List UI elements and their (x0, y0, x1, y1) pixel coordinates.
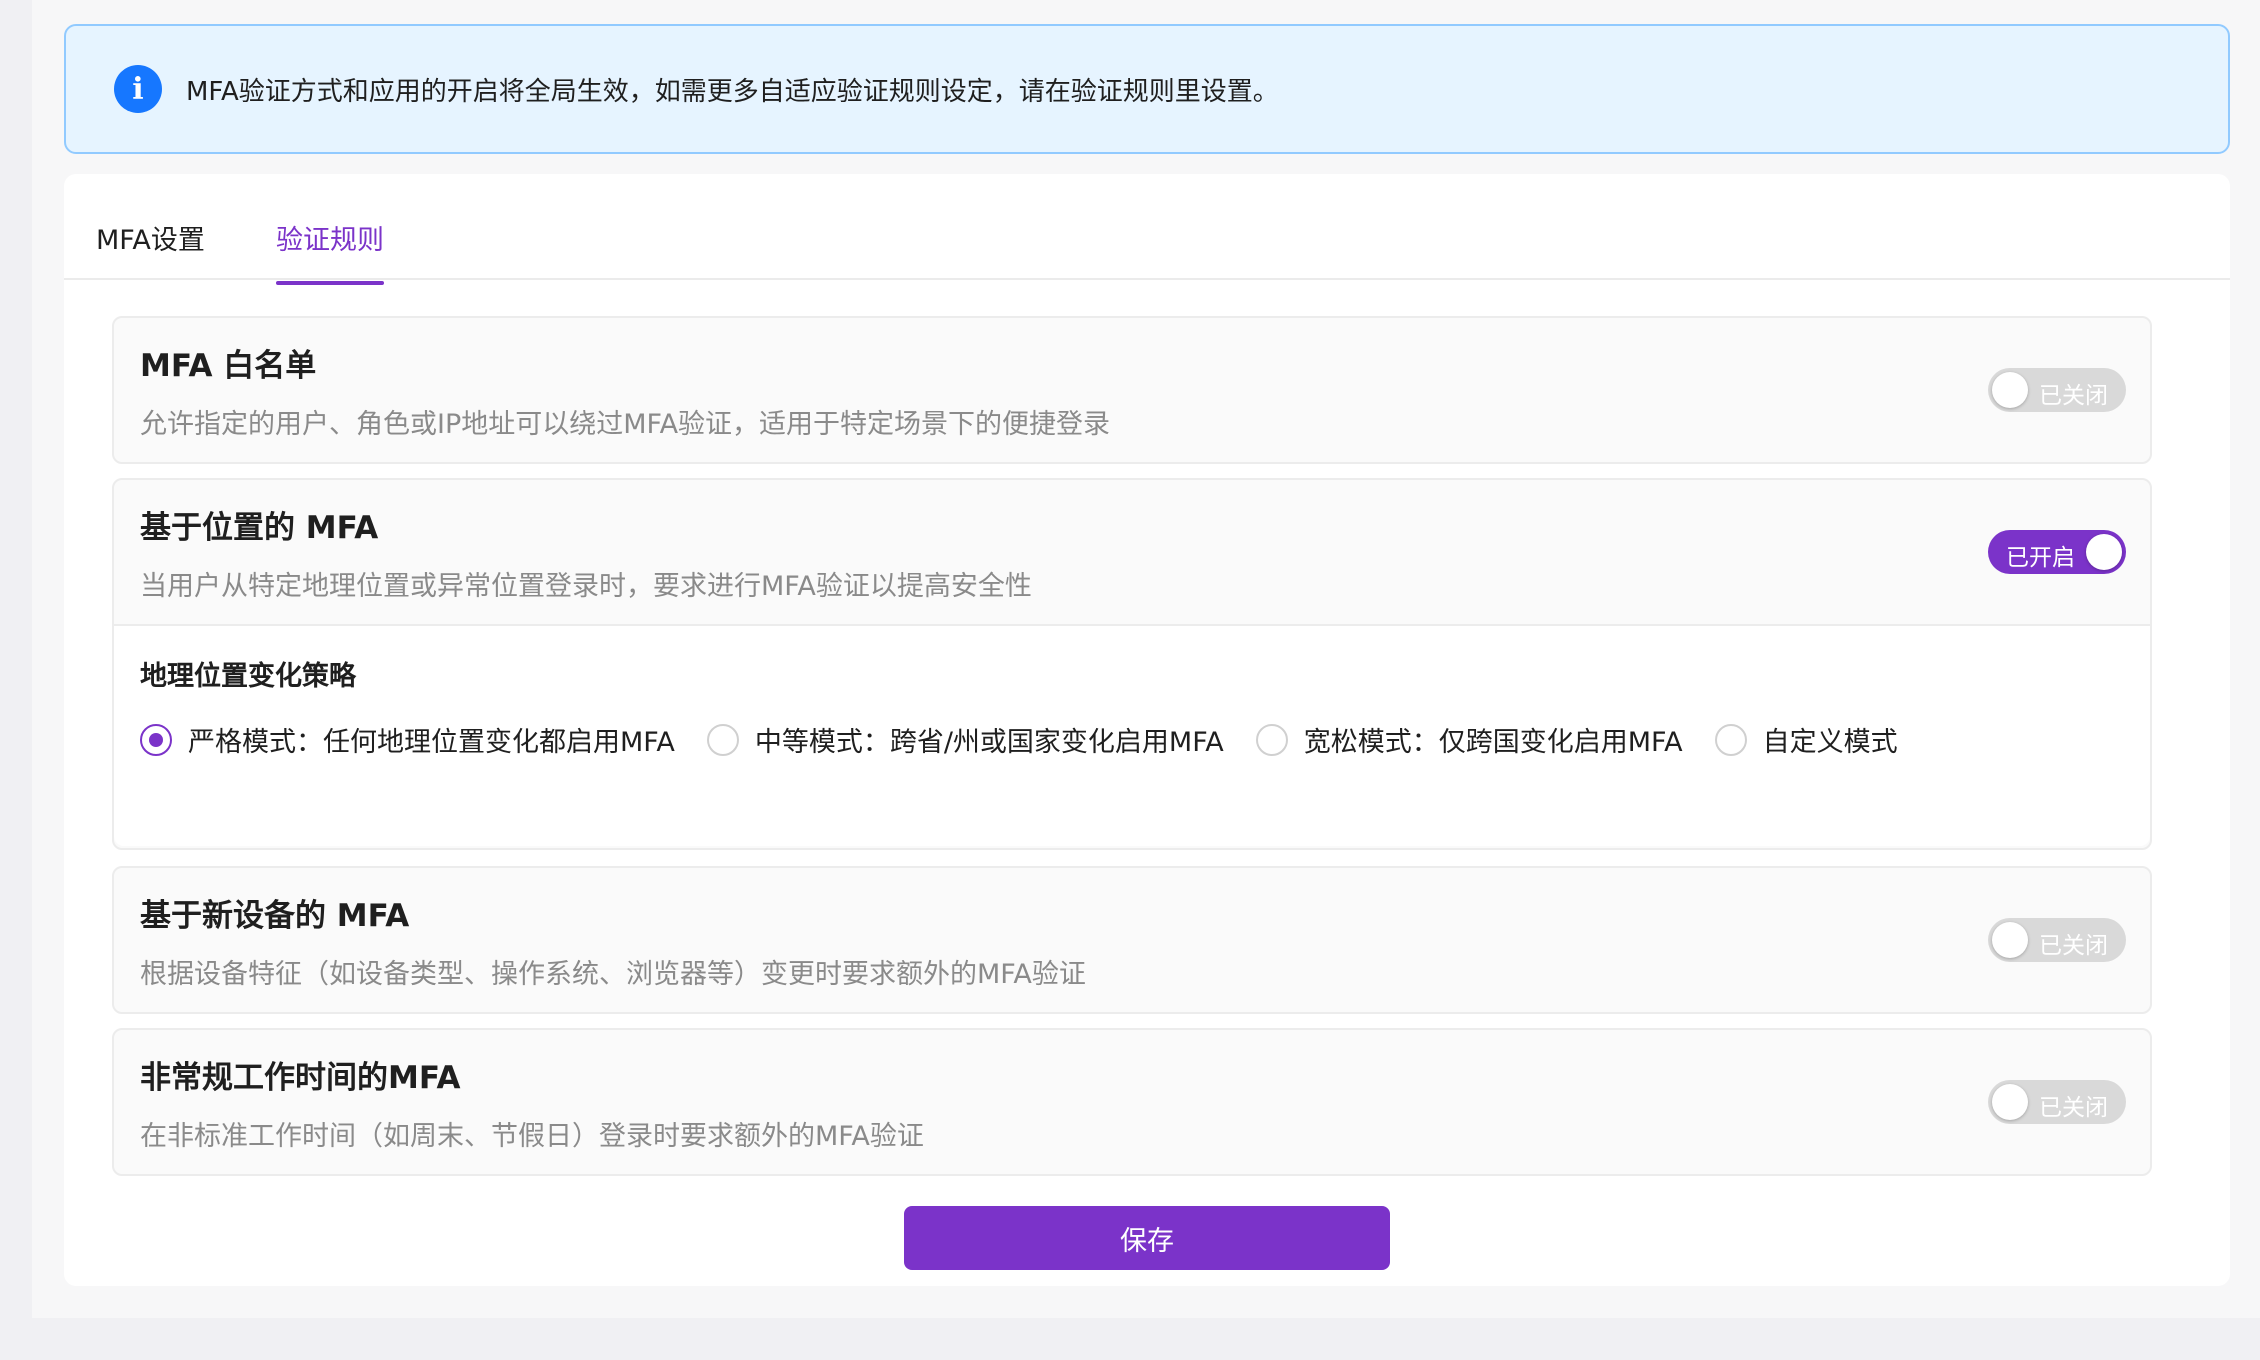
rule-description: 当用户从特定地理位置或异常位置登录时，要求进行MFA验证以提高安全性 (140, 571, 1032, 602)
info-banner: i MFA验证方式和应用的开启将全局生效，如需更多自适应验证规则设定，请在验证规… (64, 24, 2230, 154)
radio-label: 宽松模式：仅跨国变化启用MFA (1303, 727, 1683, 758)
tab-verification-rules[interactable]: 验证规则 (276, 218, 384, 285)
toggle-knob (2086, 534, 2122, 570)
whitelist-toggle[interactable]: 已关闭 (1988, 368, 2126, 412)
rule-title: 非常规工作时间的MFA (140, 1060, 461, 1096)
rule-off-hours-mfa: 非常规工作时间的MFA 在非标准工作时间（如周末、节假日）登录时要求额外的MFA… (112, 1028, 2152, 1176)
radio-button[interactable] (1255, 723, 1288, 756)
radio-option-medium[interactable]: 中等模式：跨省/州或国家变化启用MFA (706, 720, 1224, 759)
radio-button[interactable] (140, 723, 172, 756)
rule-location-mfa: 基于位置的 MFA 当用户从特定地理位置或异常位置登录时，要求进行MFA验证以提… (112, 478, 2152, 850)
toggle-knob (1992, 1084, 2028, 1120)
settings-card: MFA设置 验证规则 MFA 白名单 允许指定的用户、角色或IP地址可以绕过MF… (64, 174, 2230, 1286)
rule-mfa-whitelist: MFA 白名单 允许指定的用户、角色或IP地址可以绕过MFA验证，适用于特定场景… (112, 316, 2152, 464)
toggle-knob (1992, 922, 2028, 958)
new-device-toggle[interactable]: 已关闭 (1988, 918, 2126, 962)
policy-radio-group: 严格模式：任何地理位置变化都启用MFA 中等模式：跨省/州或国家变化启用MFA … (140, 720, 1930, 759)
radio-label: 中等模式：跨省/州或国家变化启用MFA (754, 727, 1224, 758)
info-icon: i (114, 65, 162, 113)
rule-description: 在非标准工作时间（如周末、节假日）登录时要求额外的MFA验证 (140, 1121, 924, 1152)
tab-bar: MFA设置 验证规则 (64, 174, 2230, 285)
save-button[interactable]: 保存 (904, 1206, 1390, 1270)
toggle-label: 已开启 (2006, 545, 2075, 571)
radio-option-loose[interactable]: 宽松模式：仅跨国变化启用MFA (1255, 720, 1683, 759)
rule-description: 根据设备特征（如设备类型、操作系统、浏览器等）变更时要求额外的MFA验证 (140, 959, 1086, 990)
toggle-label: 已关闭 (2039, 383, 2108, 409)
rule-title: 基于新设备的 MFA (140, 898, 410, 934)
tab-mfa-settings[interactable]: MFA设置 (96, 218, 205, 285)
location-toggle[interactable]: 已开启 (1988, 530, 2126, 574)
info-banner-text: MFA验证方式和应用的开启将全局生效，如需更多自适应验证规则设定，请在验证规则里… (186, 76, 1279, 107)
rule-new-device-mfa: 基于新设备的 MFA 根据设备特征（如设备类型、操作系统、浏览器等）变更时要求额… (112, 866, 2152, 1014)
radio-option-custom[interactable]: 自定义模式 (1714, 720, 1898, 759)
off-hours-toggle[interactable]: 已关闭 (1988, 1080, 2126, 1124)
toggle-knob (1992, 372, 2028, 408)
page: i MFA验证方式和应用的开启将全局生效，如需更多自适应验证规则设定，请在验证规… (32, 0, 2260, 1318)
radio-label: 严格模式：任何地理位置变化都启用MFA (188, 727, 675, 758)
radio-option-strict[interactable]: 严格模式：任何地理位置变化都启用MFA (140, 720, 675, 759)
radio-label: 自定义模式 (1762, 727, 1898, 758)
toggle-label: 已关闭 (2039, 1095, 2108, 1121)
rule-title: MFA 白名单 (140, 348, 317, 384)
location-policy-panel: 地理位置变化策略 严格模式：任何地理位置变化都启用MFA 中等模式：跨省/州或国… (114, 624, 2150, 846)
rule-title: 基于位置的 MFA (140, 510, 379, 546)
policy-title: 地理位置变化策略 (140, 661, 356, 692)
radio-button[interactable] (1714, 723, 1747, 756)
radio-button[interactable] (706, 723, 739, 756)
toggle-label: 已关闭 (2039, 933, 2108, 959)
rule-description: 允许指定的用户、角色或IP地址可以绕过MFA验证，适用于特定场景下的便捷登录 (140, 409, 1111, 440)
